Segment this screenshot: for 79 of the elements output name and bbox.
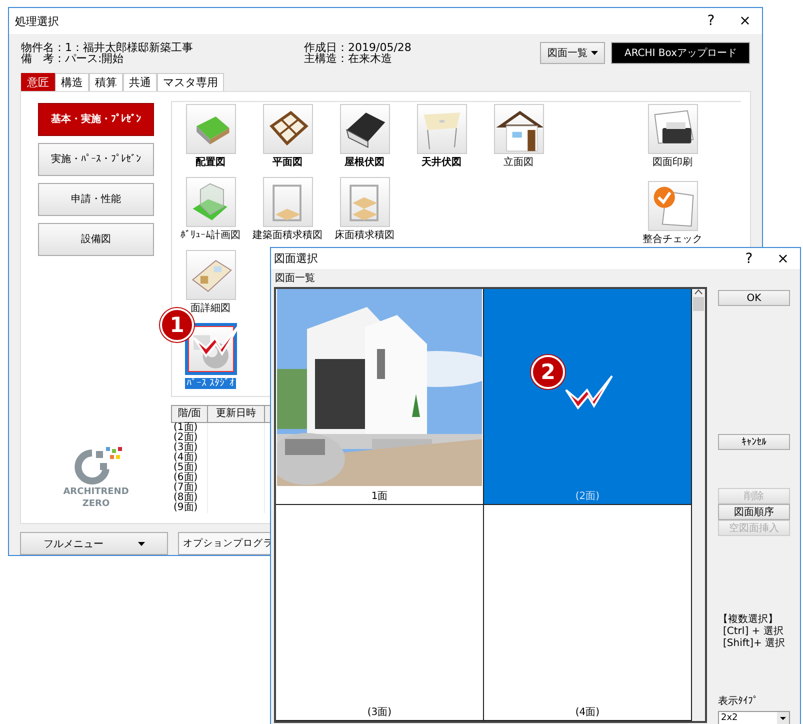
site-plan-icon[interactable]: [186, 104, 236, 154]
project-info: 作成日：2019/05/28: [304, 42, 412, 53]
project-info: 備 考：パース:開始: [21, 53, 124, 64]
window-title: 処理選択: [15, 14, 60, 28]
category-button[interactable]: 実施・ﾊﾟｰｽ・ﾌﾟﾚｾﾞﾝ: [38, 142, 154, 176]
cancel-button[interactable]: ｷｬﾝｾﾙ: [718, 434, 790, 450]
tool-label: 立面図: [502, 156, 534, 168]
sheet-caption: (4面): [575, 706, 600, 720]
scroll-up-icon[interactable]: [694, 289, 703, 295]
tool-label: 配置図: [194, 156, 226, 168]
table-cell: (7面): [172, 482, 208, 493]
tool-label: ﾊﾟｰｽ ｽﾀｼﾞｵ: [185, 378, 236, 389]
floor-plan-icon[interactable]: [262, 104, 312, 154]
tab[interactable]: マスタ専用: [157, 72, 224, 91]
sheet-thumbnail[interactable]: 2 (2面): [484, 289, 692, 505]
scroll-thumb[interactable]: [693, 297, 704, 311]
tool-label: 整合チェック: [642, 234, 704, 245]
table-cell: (8面): [172, 492, 208, 503]
upload-button[interactable]: ARCHI Boxアップロード: [611, 42, 750, 64]
dropdown-arrow-icon: [138, 542, 144, 546]
sheet-thumbnail[interactable]: (3面): [276, 505, 484, 721]
hint-text: [Shift]+ 選択: [722, 638, 786, 650]
drawing-list-button[interactable]: 図面一覧: [540, 42, 606, 64]
display-type-select[interactable]: 2x2: [718, 711, 790, 724]
section-detail-icon[interactable]: [186, 250, 236, 300]
category-button[interactable]: 申請・性能: [38, 182, 154, 216]
tool-label: 平面図: [272, 156, 304, 168]
help-button[interactable]: ?: [694, 13, 728, 29]
tab[interactable]: 共通: [123, 72, 157, 91]
sheet-thumbnail[interactable]: 1面: [276, 289, 484, 505]
table-cell: (5面): [172, 462, 208, 473]
dialog-title: 図面選択: [274, 251, 319, 266]
sheet-caption: 1面: [371, 490, 388, 504]
column-header: 階/面: [172, 405, 208, 422]
logo-text: ZERO: [82, 499, 110, 509]
frame-model-icon[interactable]: [262, 176, 312, 227]
close-button[interactable]: ×: [728, 13, 762, 29]
table-cell: (1面): [172, 422, 208, 433]
dropdown-arrow-icon: [591, 51, 598, 55]
scrollbar[interactable]: [692, 289, 705, 721]
floor-model-icon[interactable]: [340, 176, 390, 227]
project-info: 主構造：在来木造: [304, 53, 393, 64]
house-elevation-icon[interactable]: [494, 104, 544, 154]
column-header: 更新日時: [208, 405, 264, 422]
sheet-caption: (2面): [575, 490, 600, 504]
table-cell: (6面): [172, 472, 208, 483]
ok-button[interactable]: OK: [718, 290, 790, 306]
table-cell: (2面): [172, 432, 208, 443]
volume-model-icon[interactable]: [186, 176, 236, 227]
tab[interactable]: 構造: [55, 72, 89, 91]
tab[interactable]: 積算: [89, 72, 123, 91]
step-badge: 2: [531, 355, 565, 389]
project-info: 物件名：1：福井太郎様邸新築工事: [21, 42, 194, 53]
printer-icon[interactable]: [648, 104, 698, 154]
tool-label: 床面積求積図: [334, 230, 396, 241]
dialog-button[interactable]: 図面順序: [718, 504, 790, 520]
sheet-caption: (3面): [367, 706, 392, 720]
hint-title: 【複数選択】: [718, 614, 779, 626]
display-type-label: 表示ﾀｲﾌﾟ: [718, 694, 759, 708]
category-button[interactable]: 基本・実施・ﾌﾟﾚｾﾞﾝ: [38, 102, 154, 136]
full-menu-button[interactable]: フルメニュー: [20, 532, 168, 555]
ceiling-icon[interactable]: [416, 104, 466, 154]
table-cell: (3面): [172, 442, 208, 453]
tool-label: ﾎﾞﾘｭｰﾑ計画図: [180, 230, 242, 241]
list-label: 図面一覧: [274, 272, 316, 286]
table-cell: (4面): [172, 452, 208, 463]
roof-icon[interactable]: [340, 104, 390, 154]
tool-label: 図面印刷: [652, 156, 694, 168]
tab[interactable]: 意匠: [21, 72, 55, 91]
help-button[interactable]: ?: [732, 250, 766, 266]
table-cell: (9面): [172, 502, 208, 513]
category-button[interactable]: 設備図: [38, 222, 154, 256]
tool-label: 建築面積求積図: [252, 230, 324, 241]
logo-text: ARCHITREND: [63, 487, 129, 497]
tool-label: 天井伏図: [420, 156, 462, 168]
tool-label: 屋根伏図: [344, 156, 386, 168]
close-button[interactable]: ×: [766, 250, 800, 266]
check-document-icon[interactable]: [648, 180, 698, 231]
hint-text: [Ctrl] + 選択: [722, 626, 784, 638]
